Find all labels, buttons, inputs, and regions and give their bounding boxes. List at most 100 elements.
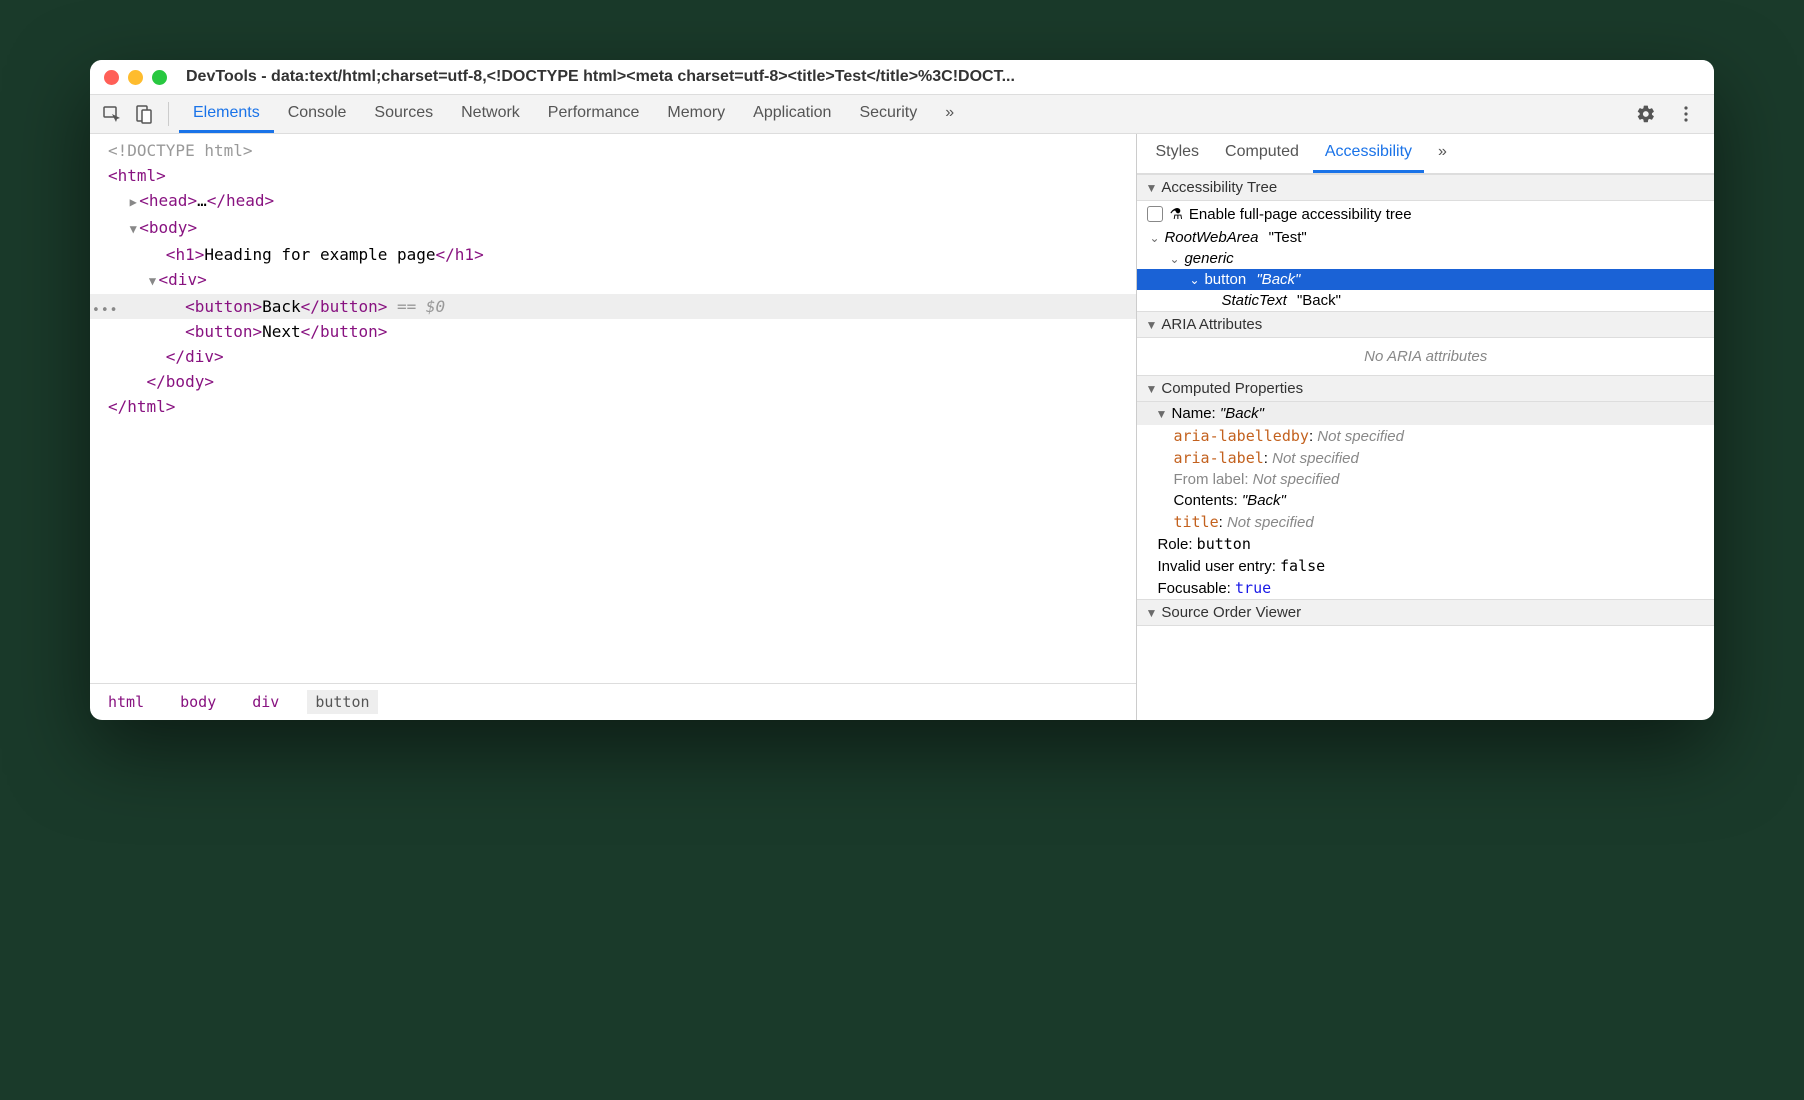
inspect-element-icon[interactable] [98,100,126,128]
attr-key: Focusable: [1157,580,1230,597]
tab-sources[interactable]: Sources [360,95,447,133]
computed-title: title: Not specified [1137,511,1714,533]
body-close-tag[interactable]: body [166,372,205,391]
expand-toggle-icon[interactable]: ▶ [127,190,139,215]
breadcrumb-body[interactable]: body [172,690,224,714]
div-tag[interactable]: div [168,270,197,289]
a11y-node-generic[interactable]: ⌄generic [1137,248,1714,269]
computed-header-label: Computed Properties [1161,380,1303,397]
attr-key: Role: [1157,536,1192,553]
a11y-role: StaticText [1221,292,1286,309]
disclosure-triangle-icon: ▼ [1145,318,1157,332]
a11y-node-button-selected[interactable]: ⌄button "Back" [1137,269,1714,290]
h1-tag[interactable]: h1 [175,245,194,264]
attr-value: "Back" [1242,492,1286,509]
enable-fullpage-label: Enable full-page accessibility tree [1189,206,1412,223]
breadcrumb-html[interactable]: html [100,690,152,714]
attr-key: Contents: [1173,492,1237,509]
tab-application[interactable]: Application [739,95,845,133]
selected-dom-node[interactable]: ••• <button>Back</button> == $0 [90,294,1136,319]
zoom-window-button[interactable] [152,70,167,85]
doctype-node[interactable]: <!DOCTYPE html> [108,141,253,160]
attr-value: Not specified [1253,471,1340,488]
html-close-tag[interactable]: html [127,397,166,416]
attr-key: Invalid user entry: [1157,558,1275,575]
experiment-icon: ⚗ [1169,205,1182,223]
attr-value: Not specified [1272,450,1359,467]
computed-properties-header[interactable]: ▼ Computed Properties [1137,375,1714,402]
main-area: <!DOCTYPE html> <html> ▶<head>…</head> ▼… [90,134,1714,720]
tab-elements[interactable]: Elements [179,95,274,133]
disclosure-triangle-icon: ▼ [1145,606,1157,620]
button-tag[interactable]: button [195,297,253,316]
computed-contents: Contents: "Back" [1137,490,1714,511]
disclosure-triangle-icon: ▼ [1145,181,1157,195]
device-toolbar-icon[interactable] [130,100,158,128]
aria-header-label: ARIA Attributes [1161,316,1262,333]
tab-memory[interactable]: Memory [653,95,739,133]
source-order-label: Source Order Viewer [1161,604,1301,621]
computed-name-row[interactable]: ▼ Name: "Back" [1137,402,1714,425]
side-tab-more[interactable]: » [1426,134,1459,173]
dom-tree[interactable]: <!DOCTYPE html> <html> ▶<head>…</head> ▼… [90,134,1136,683]
side-tab-accessibility[interactable]: Accessibility [1313,134,1424,173]
a11y-node-root[interactable]: ⌄RootWebArea "Test" [1137,227,1714,248]
devtools-window: DevTools - data:text/html;charset=utf-8,… [90,60,1714,720]
selected-marker: == $0 [387,297,445,316]
a11y-role: RootWebArea [1164,229,1258,246]
button-back-text[interactable]: Back [262,297,301,316]
expand-icon: ⌄ [1147,231,1161,245]
attr-value: button [1197,535,1251,553]
body-open-tag[interactable]: body [149,218,188,237]
expand-icon: ⌄ [1187,273,1201,287]
collapse-toggle-icon[interactable]: ▼ [147,269,159,294]
tab-performance[interactable]: Performance [534,95,654,133]
html-open-tag[interactable]: html [118,166,157,185]
tab-security[interactable]: Security [845,95,931,133]
attr-value: Not specified [1317,428,1404,445]
tab-more[interactable]: » [931,95,968,133]
a11y-name: "Test" [1269,229,1307,246]
disclosure-triangle-icon: ▼ [1145,382,1157,396]
computed-role: Role: button [1137,533,1714,555]
collapse-toggle-icon[interactable]: ▼ [127,217,139,242]
head-tag[interactable]: head [149,191,188,210]
computed-invalid: Invalid user entry: false [1137,555,1714,577]
h1-text[interactable]: Heading for example page [204,245,435,264]
side-tabs: Styles Computed Accessibility » [1137,134,1714,174]
button-tag[interactable]: button [195,322,253,341]
disclosure-triangle-icon: ▼ [1155,407,1167,421]
button-next-text[interactable]: Next [262,322,301,341]
side-tab-computed[interactable]: Computed [1213,134,1311,173]
settings-icon[interactable] [1632,100,1660,128]
attr-value: false [1280,557,1325,575]
kebab-menu-icon[interactable] [1672,100,1700,128]
attr-key: From label: [1173,471,1248,488]
head-close-tag: head [226,191,265,210]
attr-key: aria-label [1173,449,1263,467]
computed-name-label: Name: [1172,405,1216,422]
a11y-role: generic [1184,250,1233,267]
tab-network[interactable]: Network [447,95,534,133]
breadcrumb-div[interactable]: div [244,690,287,714]
a11y-tree-header[interactable]: ▼Accessibility Tree [1137,174,1714,201]
side-tab-styles[interactable]: Styles [1143,134,1211,173]
top-tabs: Elements Console Sources Network Perform… [179,95,1628,133]
enable-fullpage-checkbox[interactable] [1147,206,1163,222]
aria-attributes-header[interactable]: ▼ ARIA Attributes [1137,311,1714,338]
elements-panel: <!DOCTYPE html> <html> ▶<head>…</head> ▼… [90,134,1137,720]
close-window-button[interactable] [104,70,119,85]
source-order-header[interactable]: ▼ Source Order Viewer [1137,599,1714,626]
enable-fullpage-row: ⚗ Enable full-page accessibility tree [1137,201,1714,227]
minimize-window-button[interactable] [128,70,143,85]
computed-from-label: From label: Not specified [1137,469,1714,490]
computed-aria-labelledby: aria-labelledby: Not specified [1137,425,1714,447]
attr-value: Not specified [1227,514,1314,531]
div-close-tag[interactable]: div [185,347,214,366]
breadcrumb-button[interactable]: button [307,690,377,714]
computed-aria-label: aria-label: Not specified [1137,447,1714,469]
expand-icon: ⌄ [1167,252,1181,266]
tab-console[interactable]: Console [274,95,361,133]
a11y-node-statictext[interactable]: StaticText "Back" [1137,290,1714,311]
a11y-name: "Back" [1256,271,1300,288]
